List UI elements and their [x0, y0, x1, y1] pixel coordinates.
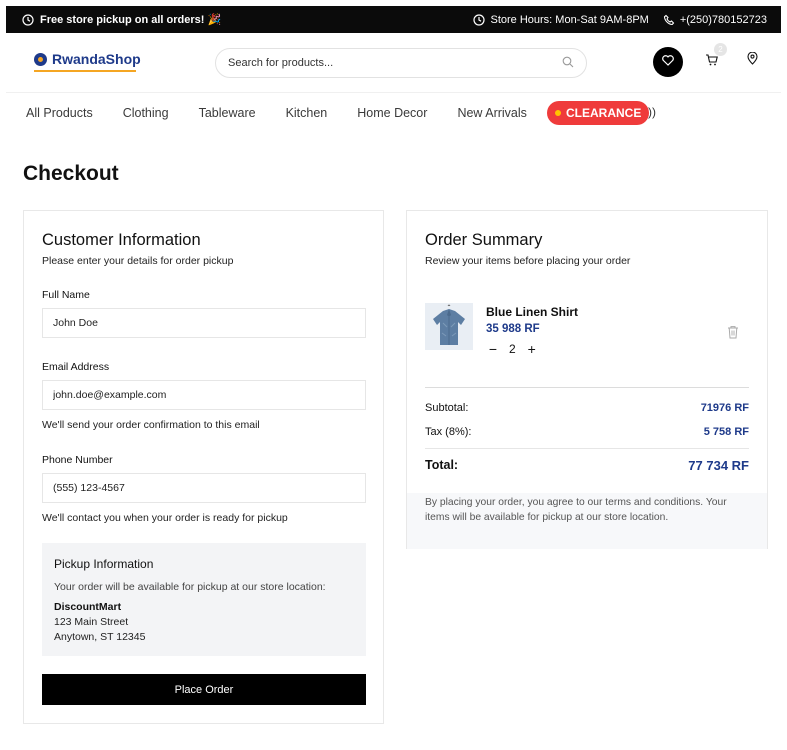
promo-text: Free store pickup on all orders! 🎉	[40, 14, 222, 26]
phone-hint: We'll contact you when your order is rea…	[42, 512, 288, 524]
clearance-dot-icon	[555, 110, 561, 116]
clock-icon	[22, 13, 34, 26]
wishlist-button[interactable]	[653, 47, 683, 77]
phone-input[interactable]	[53, 482, 355, 494]
search-input[interactable]	[228, 57, 562, 69]
increase-quantity-button[interactable]: +	[525, 341, 539, 357]
email-label: Email Address	[42, 361, 110, 373]
page: Free store pickup on all orders! 🎉 Store…	[6, 6, 781, 746]
store-address-line1: 123 Main Street	[54, 616, 129, 628]
trash-icon[interactable]	[727, 325, 739, 339]
full-name-label: Full Name	[42, 289, 90, 301]
clearance-suffix: ))	[648, 105, 656, 119]
store-hours: Store Hours: Mon-Sat 9AM-8PM	[473, 13, 649, 26]
store-phone-text: +(250)780152723	[679, 13, 767, 26]
nav-tableware[interactable]: Tableware	[199, 106, 256, 120]
total-row: Total: 77 734 RF	[425, 458, 749, 473]
tax-row: Tax (8%): 5 758 RF	[425, 426, 749, 438]
nav-home-decor[interactable]: Home Decor	[357, 106, 427, 120]
email-field	[42, 380, 366, 410]
order-summary-subtitle: Review your items before placing your or…	[425, 255, 631, 267]
logo-underline	[34, 70, 136, 72]
category-nav: All Products Clothing Tableware Kitchen …	[6, 93, 781, 133]
store-address-line2: Anytown, ST 12345	[54, 631, 146, 643]
order-summary-card: Order Summary Review your items before p…	[406, 210, 768, 549]
divider	[425, 387, 749, 388]
product-name: Blue Linen Shirt	[486, 305, 579, 319]
subtotal-row: Subtotal: 71976 RF	[425, 402, 749, 414]
pickup-information-box: Pickup Information Your order will be av…	[42, 543, 366, 656]
decrease-quantity-button[interactable]: −	[486, 341, 500, 357]
divider	[425, 448, 749, 449]
page-title: Checkout	[23, 162, 119, 185]
tax-value: 5 758 RF	[703, 426, 749, 438]
pickup-title: Pickup Information	[54, 557, 154, 571]
order-summary-title: Order Summary	[425, 231, 543, 249]
promo-group: Free store pickup on all orders! 🎉	[22, 13, 221, 26]
subtotal-value: 71976 RF	[700, 402, 749, 414]
customer-info-subtitle: Please enter your details for order pick…	[42, 255, 234, 267]
heart-icon	[662, 53, 674, 71]
phone-field	[42, 473, 366, 503]
customer-info-title: Customer Information	[42, 231, 201, 249]
logo-text: RwandaShop	[52, 51, 141, 67]
site-logo[interactable]: RwandaShop	[34, 51, 141, 72]
pickup-text: Your order will be available for pickup …	[54, 581, 326, 593]
terms-notice: By placing your order, you agree to our …	[407, 493, 767, 549]
product-price: 35 988 RF	[486, 323, 540, 335]
store-hours-text: Store Hours: Mon-Sat 9AM-8PM	[490, 13, 649, 26]
location-pin-icon	[746, 51, 758, 70]
clearance-label: CLEARANCE	[566, 106, 642, 120]
clock-icon	[473, 13, 486, 26]
cart-icon	[705, 53, 718, 71]
full-name-input[interactable]	[53, 317, 355, 329]
phone-label: Phone Number	[42, 454, 113, 466]
announcement-bar: Free store pickup on all orders! 🎉 Store…	[6, 6, 781, 33]
store-name: DiscountMart	[54, 601, 122, 613]
total-label: Total:	[425, 458, 459, 472]
tax-label: Tax (8%):	[425, 426, 472, 438]
clearance-button[interactable]: CLEARANCE	[547, 101, 649, 125]
email-hint: We'll send your order confirmation to th…	[42, 419, 260, 431]
total-value: 77 734 RF	[688, 458, 749, 473]
site-header: RwandaShop 2	[6, 33, 781, 93]
product-image	[425, 303, 473, 350]
nav-clothing[interactable]: Clothing	[123, 106, 169, 120]
store-phone[interactable]: +(250)780152723	[663, 14, 767, 26]
phone-icon	[663, 14, 675, 26]
email-input[interactable]	[53, 389, 355, 401]
full-name-field	[42, 308, 366, 338]
nav-kitchen[interactable]: Kitchen	[286, 106, 328, 120]
subtotal-label: Subtotal:	[425, 402, 469, 414]
quantity-stepper: − 2 +	[486, 341, 539, 357]
cart-count-badge: 2	[714, 43, 727, 56]
search-icon[interactable]	[562, 56, 574, 71]
nav-new-arrivals[interactable]: New Arrivals	[457, 106, 526, 120]
nav-all-products[interactable]: All Products	[26, 106, 93, 120]
quantity-value: 2	[509, 342, 516, 356]
store-location-button[interactable]	[745, 51, 759, 70]
customer-information-card: Customer Information Please enter your d…	[23, 210, 384, 724]
store-info-group: Store Hours: Mon-Sat 9AM-8PM +(250)78015…	[473, 14, 767, 26]
logo-mark-icon	[34, 52, 47, 66]
search-bar	[215, 48, 587, 78]
place-order-button[interactable]: Place Order	[42, 674, 366, 705]
